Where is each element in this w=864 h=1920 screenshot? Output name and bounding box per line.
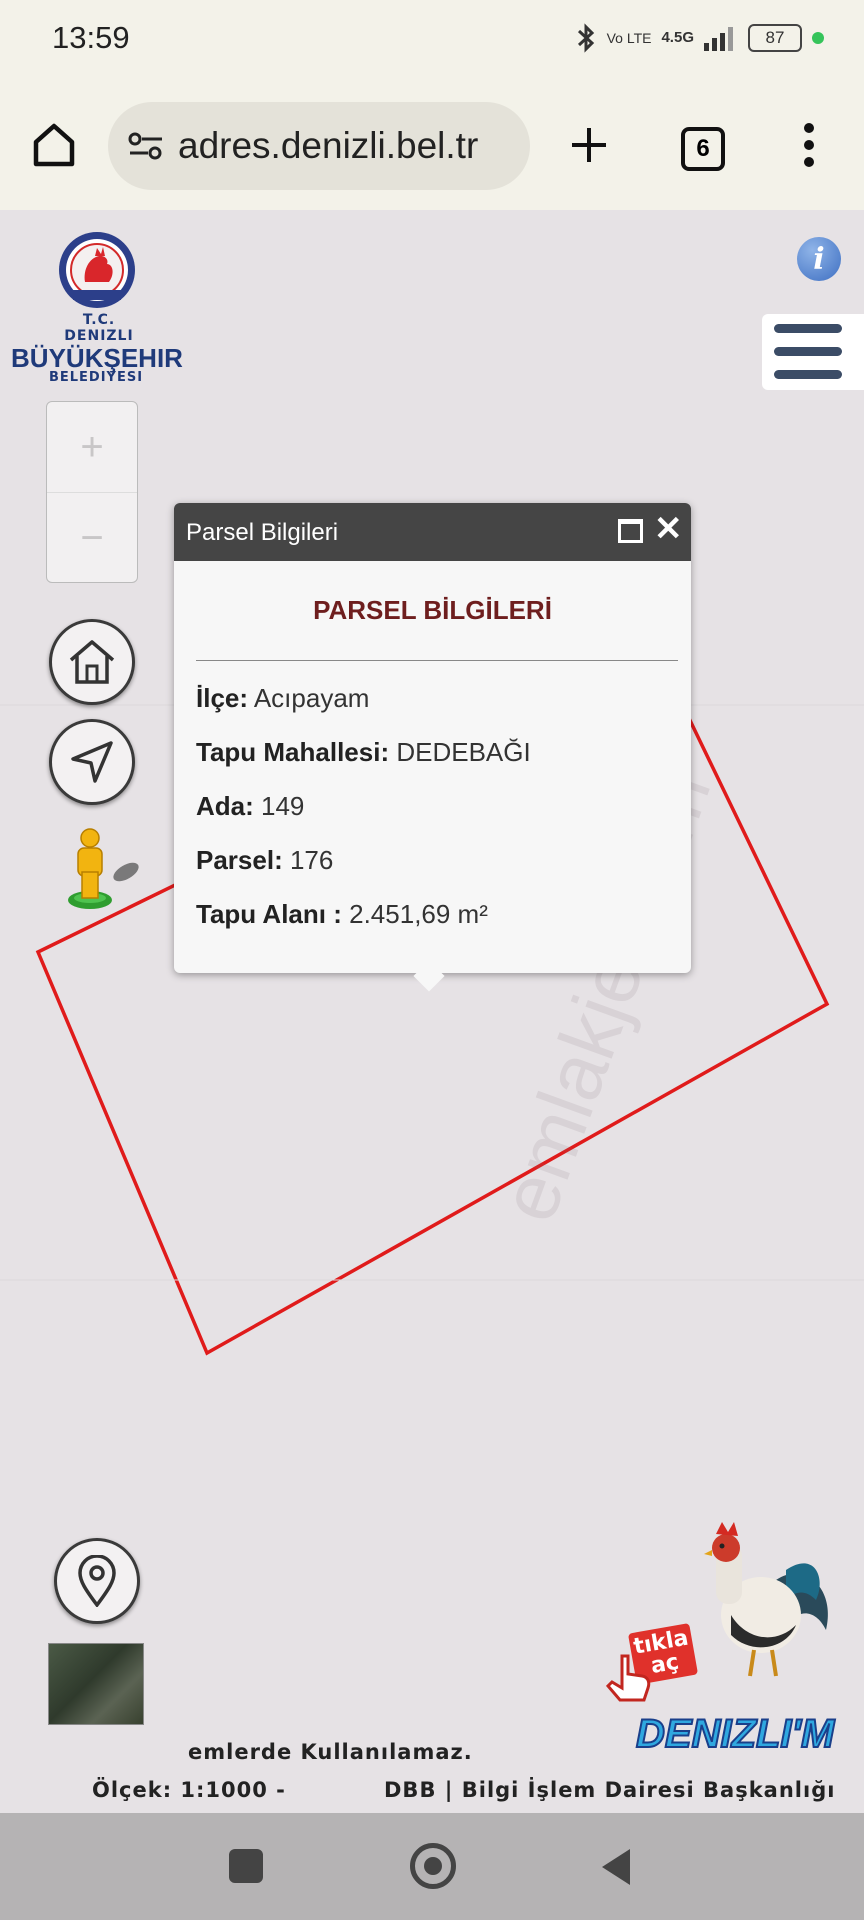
info-row-mahalle: Tapu Mahallesi: DEDEBAĞI: [196, 737, 531, 768]
logo-denizli: DENIZLI: [64, 328, 134, 344]
info-row-parsel: Parsel: 176: [196, 845, 333, 876]
location-pin-icon: [78, 1555, 116, 1607]
scale-label: Ölçek: 1:1000 -: [92, 1778, 286, 1802]
hand-pointer-icon: [605, 1654, 651, 1702]
home-icon: [69, 640, 115, 684]
menu-button[interactable]: [762, 314, 864, 390]
android-nav-bar: [0, 1813, 864, 1920]
info-value: Acıpayam: [253, 683, 370, 713]
home-nav-button[interactable]: [410, 1843, 456, 1889]
zoom-out-button[interactable]: −: [47, 493, 137, 583]
info-row-ada: Ada: 149: [196, 791, 304, 822]
popup-header: Parsel Bilgileri ✕: [174, 503, 691, 561]
menu-bar-icon: [774, 370, 842, 379]
info-label: İlçe:: [196, 683, 249, 713]
zoom-in-button[interactable]: +: [47, 402, 137, 493]
info-label: Tapu Mahallesi:: [196, 737, 390, 767]
locate-button[interactable]: [49, 719, 135, 805]
info-value: DEDEBAĞI: [396, 737, 531, 767]
basemap-switcher-thumbnail[interactable]: [48, 1643, 144, 1725]
maximize-icon[interactable]: [618, 519, 643, 543]
parcel-info-popup: Parsel Bilgileri ✕ PARSEL BİLGİLERİ İlçe…: [174, 503, 691, 992]
info-value: 149: [261, 791, 305, 821]
info-label: Tapu Alanı :: [196, 899, 342, 929]
zoom-control: + −: [46, 401, 138, 583]
back-icon[interactable]: [598, 1847, 632, 1887]
menu-bar-icon: [774, 347, 842, 356]
popup-title: Parsel Bilgileri: [186, 519, 339, 546]
divider: [196, 660, 678, 661]
credit-label: DBB | Bilgi İşlem Dairesi Başkanlığı: [384, 1778, 836, 1802]
info-row-ilce: İlçe: Acıpayam: [196, 683, 369, 714]
logo-tc: T.C.: [82, 312, 116, 328]
pegman-icon[interactable]: [62, 828, 146, 910]
close-icon[interactable]: ✕: [654, 509, 683, 549]
info-button[interactable]: i: [797, 237, 841, 281]
info-row-tapu-alani: Tapu Alanı : 2.451,69 m²: [196, 899, 488, 930]
recents-button[interactable]: [229, 1849, 263, 1883]
denizlim-brand[interactable]: DENIZLI'M: [635, 1711, 835, 1757]
location-pin-button[interactable]: [54, 1538, 140, 1624]
home-extent-button[interactable]: [49, 619, 135, 705]
info-value: 176: [289, 845, 334, 875]
info-label: Ada:: [196, 791, 254, 821]
menu-bar-icon: [774, 324, 842, 333]
logo-belediyesi: BELEDIYESI: [48, 370, 144, 385]
info-value: 2.451,69 m²: [349, 899, 488, 929]
footer-notice: emlerde Kullanılamaz.: [188, 1740, 473, 1764]
info-label: Parsel:: [196, 845, 283, 875]
navigation-arrow-icon: [71, 741, 113, 783]
municipality-logo: [59, 232, 135, 308]
rooster-mascot-icon[interactable]: [676, 1520, 836, 1680]
popup-heading: PARSEL BİLGİLERİ: [313, 595, 552, 625]
